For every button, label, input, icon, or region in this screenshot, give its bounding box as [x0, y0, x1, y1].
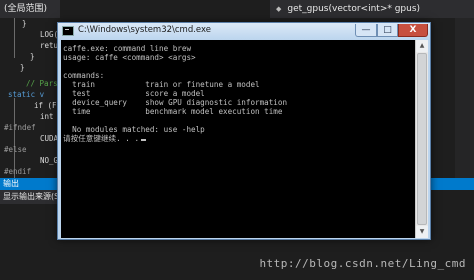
console-scrollbar[interactable]: ▲ ▼ [415, 40, 428, 238]
output-panel-title: 输出 [0, 178, 60, 190]
window-title: C:\Windows\system32\cmd.exe [78, 25, 212, 35]
console-prompt-text: 请按任意键继续. . . [63, 134, 140, 143]
console-line: device_query show GPU diagnostic informa… [63, 98, 288, 107]
title-bar[interactable]: C:\Windows\system32\cmd.exe — □ X [58, 23, 430, 40]
member-dropdown-label: get_gpus(vector<int>* gpus) [287, 4, 421, 14]
member-icon: ◆ [276, 5, 282, 13]
close-button[interactable]: X [398, 24, 428, 37]
output-source-label: 显示输出来源(S): [0, 190, 60, 204]
code-line: #ifndef [4, 123, 36, 132]
code-line: CUDA [40, 134, 59, 143]
code-line: } [20, 63, 25, 72]
console-line: usage: caffe <command> <args> [63, 53, 196, 62]
text-cursor [141, 139, 147, 141]
code-line: } [30, 52, 35, 61]
editor-scrollbar[interactable] [455, 18, 474, 178]
code-line: #else [4, 145, 27, 154]
console-line: time benchmark model execution time [63, 107, 283, 116]
scroll-down-icon[interactable]: ▼ [416, 226, 428, 238]
watermark: http://blog.csdn.net/Ling_cmd [259, 257, 466, 270]
console-line: commands: [63, 71, 105, 80]
console-line: test score a model [63, 89, 205, 98]
console-line: train train or finetune a model [63, 80, 260, 89]
code-line: #endif [4, 167, 32, 176]
code-line: LOG( [40, 30, 59, 39]
scroll-up-icon[interactable]: ▲ [416, 40, 428, 52]
code-line: static v [8, 90, 45, 99]
console-line: No modules matched: use -help [63, 125, 205, 134]
member-dropdown[interactable]: ◆ get_gpus(vector<int>* gpus) [270, 0, 474, 18]
scroll-thumb[interactable] [417, 53, 427, 225]
collapse-guide [14, 18, 15, 58]
code-editor[interactable]: } LOG( retu } } // Parse static v if (FL… [0, 18, 62, 187]
code-line: } [22, 19, 27, 28]
code-line: int [40, 112, 54, 121]
minimize-button[interactable]: — [355, 24, 377, 37]
scope-dropdown[interactable]: (全局范围) [0, 0, 60, 18]
cmd-window[interactable]: C:\Windows\system32\cmd.exe — □ X caffe.… [57, 22, 431, 240]
console-prompt-line: 请按任意键继续. . . [63, 134, 147, 143]
console-app-icon[interactable] [62, 26, 74, 36]
console-output[interactable]: caffe.exe: command line brew usage: caff… [61, 40, 415, 238]
maximize-button[interactable]: □ [377, 24, 398, 37]
code-line: retu [40, 41, 59, 50]
console-line: caffe.exe: command line brew [63, 44, 192, 53]
code-line: NO_G [40, 156, 59, 165]
